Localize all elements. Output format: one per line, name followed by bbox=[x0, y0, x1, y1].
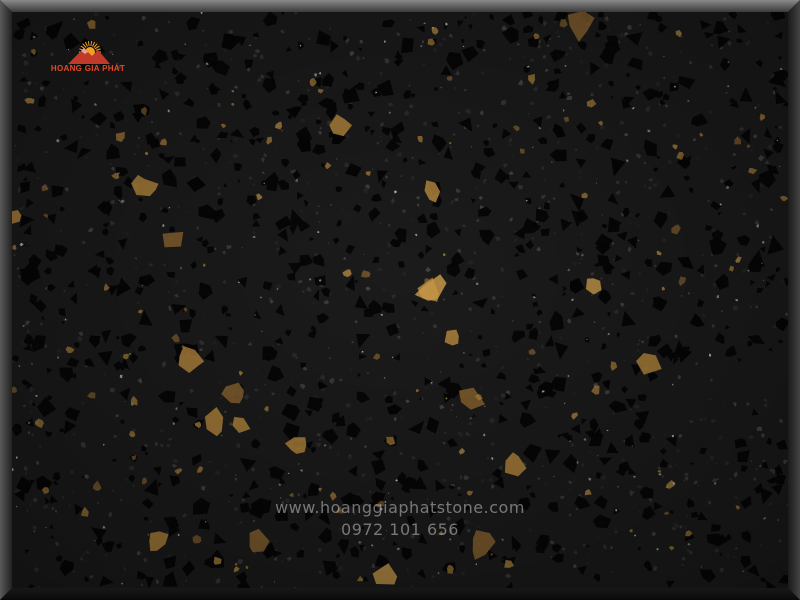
watermark: www.hoanggiaphatstone.com 0972 101 656 bbox=[0, 498, 800, 539]
sun-ray-icon bbox=[84, 41, 88, 47]
brand-name: HOANG GIA PHÁT bbox=[50, 64, 126, 73]
bevel-top bbox=[0, 0, 800, 12]
brand-logo: HOANG GIA PHÁT bbox=[38, 38, 138, 82]
sun-ray-icon bbox=[94, 45, 100, 50]
sun-ray-icon bbox=[93, 43, 98, 48]
mountain-sun-logo-icon bbox=[68, 41, 110, 64]
sun-ray-icon bbox=[82, 43, 87, 48]
watermark-website: www.hoanggiaphatstone.com bbox=[275, 498, 525, 517]
bevel-bottom bbox=[0, 588, 800, 600]
sun-ray-icon bbox=[92, 41, 96, 47]
watermark-phone: 0972 101 656 bbox=[341, 520, 459, 539]
sun-ray-icon bbox=[90, 41, 93, 47]
sun-ray-icon bbox=[87, 41, 90, 47]
sun-ray-icon bbox=[95, 48, 101, 51]
